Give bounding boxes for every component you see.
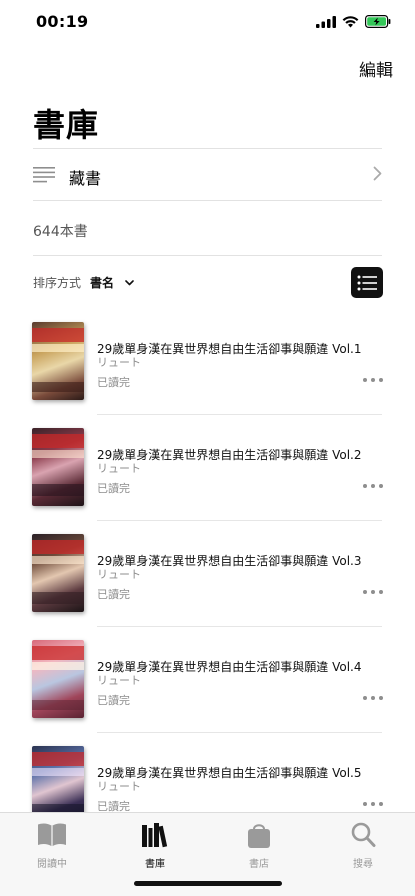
sort-value: 書名 — [90, 276, 115, 290]
book-count: 644本書 — [33, 224, 88, 240]
book-list-item[interactable]: 29歲單身漢在異世界想自由生活卻事與願違 Vol.4 リュート 已讀完 — [0, 628, 415, 734]
more-options-button[interactable] — [363, 694, 383, 702]
divider — [97, 626, 382, 627]
shopping-bag-icon — [248, 824, 270, 848]
wifi-icon — [342, 15, 359, 27]
book-list-item[interactable]: 29歲單身漢在異世界想自由生活卻事與願違 Vol.2 リュート 已讀完 — [0, 416, 415, 522]
divider — [33, 200, 382, 201]
book-author: リュート — [97, 780, 141, 793]
more-options-button[interactable] — [363, 588, 383, 596]
tab-label: 書庫 — [145, 859, 165, 870]
book-author: リュート — [97, 462, 141, 475]
cellular-signal-icon — [316, 15, 336, 28]
divider — [97, 732, 382, 733]
book-status: 已讀完 — [97, 376, 130, 389]
battery-charging-icon — [365, 15, 391, 28]
book-cover — [32, 322, 84, 400]
tab-reading-now[interactable]: 閱讀中 — [12, 821, 92, 870]
chevron-down-icon — [125, 279, 134, 285]
book-status: 已讀完 — [97, 694, 130, 707]
book-author: リュート — [97, 674, 141, 687]
tab-library[interactable]: 書庫 — [115, 821, 195, 870]
book-status: 已讀完 — [97, 482, 130, 495]
status-icons — [316, 15, 391, 28]
book-cover — [32, 640, 84, 718]
more-options-button[interactable] — [363, 800, 383, 808]
status-bar: 00:19 — [0, 0, 415, 44]
search-icon — [351, 822, 376, 847]
tab-label: 搜尋 — [353, 859, 373, 870]
book-list-item[interactable]: 29歲單身漢在異世界想自由生活卻事與願違 Vol.3 リュート 已讀完 — [0, 522, 415, 628]
status-time: 00:19 — [36, 12, 89, 31]
divider — [97, 414, 382, 415]
book-cover — [32, 534, 84, 612]
book-author: リュート — [97, 356, 141, 369]
sort-control[interactable]: 排序方式 書名 — [33, 274, 134, 291]
page-title: 書庫 — [33, 106, 100, 144]
divider — [33, 148, 382, 149]
home-indicator — [134, 881, 282, 886]
library-icon — [142, 823, 168, 848]
more-options-button[interactable] — [363, 482, 383, 490]
collections-row[interactable]: 藏書 — [33, 150, 382, 200]
book-author: リュート — [97, 568, 141, 581]
tab-label: 閱讀中 — [37, 859, 67, 870]
book-open-icon — [38, 823, 66, 847]
tab-search[interactable]: 搜尋 — [323, 821, 403, 870]
book-list-item[interactable]: 29歲單身漢在異世界想自由生活卻事與願違 Vol.1 リュート 已讀完 — [0, 310, 415, 416]
divider — [33, 255, 382, 256]
divider — [97, 520, 382, 521]
sort-label: 排序方式 — [33, 276, 82, 290]
chevron-right-icon — [373, 166, 382, 181]
tab-book-store[interactable]: 書店 — [219, 821, 299, 870]
more-options-button[interactable] — [363, 376, 383, 384]
book-status: 已讀完 — [97, 588, 130, 601]
list-view-icon — [357, 275, 377, 290]
tab-label: 書店 — [249, 859, 269, 870]
list-lines-icon — [33, 167, 55, 183]
list-view-toggle-button[interactable] — [351, 267, 383, 298]
book-cover — [32, 428, 84, 506]
edit-button[interactable]: 編輯 — [359, 56, 393, 81]
collections-label: 藏書 — [69, 169, 102, 188]
